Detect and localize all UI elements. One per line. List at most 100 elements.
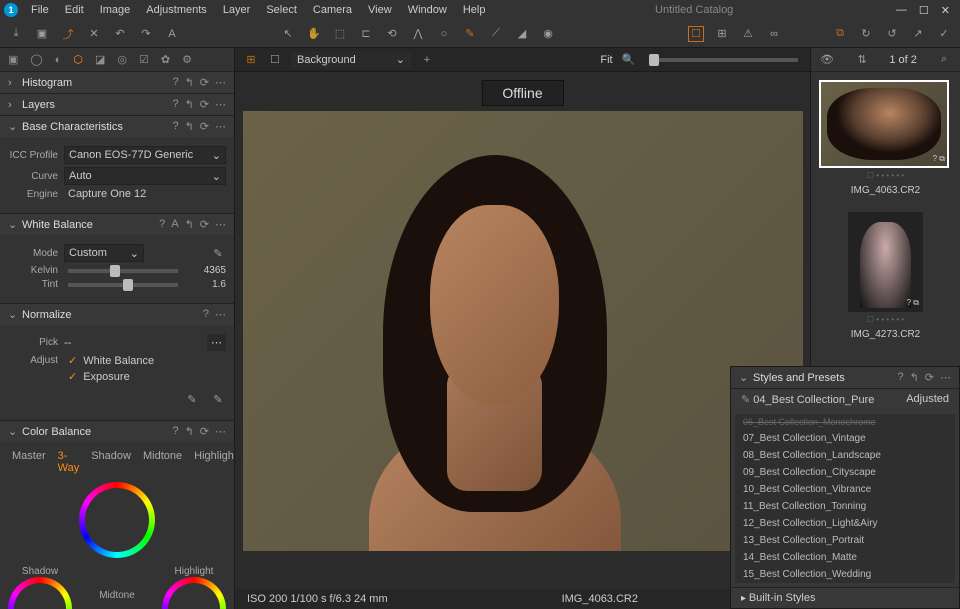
cb-tab-3way[interactable]: 3-Way bbox=[58, 450, 80, 474]
menu-help[interactable]: Help bbox=[456, 2, 493, 18]
reset-icon[interactable]: ↻ bbox=[858, 26, 874, 42]
styles-list[interactable]: 06_Best Collection_Monochrome 07_Best Co… bbox=[735, 414, 955, 583]
curve-select[interactable]: Auto⌄ bbox=[64, 167, 226, 185]
exposure-warning-icon[interactable]: ☐ bbox=[688, 26, 704, 42]
crop-icon[interactable]: ⊏ bbox=[358, 26, 374, 42]
menu-select[interactable]: Select bbox=[259, 2, 304, 18]
base-char-header[interactable]: ⌄ Base Characteristics ?↰⟳⋯ bbox=[0, 116, 234, 137]
wb-checkbox[interactable]: White Balance bbox=[83, 355, 154, 367]
menu-edit[interactable]: Edit bbox=[58, 2, 91, 18]
import-icon[interactable]: ⤓ bbox=[8, 26, 24, 42]
grid-view-icon[interactable]: ⊞ bbox=[243, 52, 259, 68]
brush-icon[interactable]: ✎ bbox=[462, 26, 478, 42]
text-icon[interactable]: A bbox=[164, 26, 180, 42]
thumbnail-2[interactable]: ? ⧉ ☐ • • • • • • IMG_4273.CR2 bbox=[819, 212, 952, 340]
eraser-icon[interactable]: ⟋ bbox=[488, 26, 504, 42]
menu-file[interactable]: File bbox=[24, 2, 56, 18]
shape-icon[interactable]: ⬚ bbox=[332, 26, 348, 42]
tab-local-icon[interactable]: ✿ bbox=[161, 53, 170, 66]
picker2-icon[interactable]: ✎ bbox=[210, 391, 226, 407]
zoom-slider[interactable] bbox=[649, 58, 798, 62]
style-item[interactable]: 11_Best Collection_Tonning bbox=[735, 498, 955, 515]
tab-library-icon[interactable]: ▣ bbox=[8, 53, 18, 66]
keystone-icon[interactable]: ⋀ bbox=[410, 26, 426, 42]
gradient-icon[interactable]: ◢ bbox=[514, 26, 530, 42]
eye-icon[interactable]: 👁 bbox=[819, 52, 835, 68]
icc-label: ICC Profile bbox=[8, 150, 58, 161]
cb-tab-shadow[interactable]: Shadow bbox=[91, 450, 131, 474]
cb-tab-highlight[interactable]: Highlight bbox=[194, 450, 235, 474]
kelvin-slider[interactable] bbox=[68, 269, 178, 273]
style-item[interactable]: 09_Best Collection_Cityscape bbox=[735, 464, 955, 481]
highlight-wheel[interactable] bbox=[162, 577, 226, 609]
style-item[interactable]: 13_Best Collection_Portrait bbox=[735, 532, 955, 549]
eyedropper-icon[interactable]: ✎ bbox=[210, 245, 226, 261]
tab-lens-icon[interactable]: ◐ bbox=[55, 54, 62, 66]
picker1-icon[interactable]: ✎ bbox=[184, 391, 200, 407]
zoom-icon[interactable]: 🔍 bbox=[621, 52, 637, 68]
rotate-icon[interactable]: ⟲ bbox=[384, 26, 400, 42]
style-item[interactable]: 06_Best Collection_Monochrome bbox=[735, 414, 955, 430]
minimize-button[interactable]: — bbox=[896, 4, 907, 17]
menu-view[interactable]: View bbox=[361, 2, 399, 18]
layer-select[interactable]: Background⌄ bbox=[291, 51, 411, 69]
histogram-header[interactable]: › Histogram ?↰⟳⋯ bbox=[0, 72, 234, 93]
tab-color-icon[interactable]: ⬡ bbox=[73, 53, 83, 66]
menu-camera[interactable]: Camera bbox=[306, 2, 359, 18]
export-icon[interactable]: ⤴ bbox=[60, 26, 76, 42]
copy-icon[interactable]: ⧉ bbox=[832, 26, 848, 42]
wb-header[interactable]: ⌄ White Balance ?A↰⟳⋯ bbox=[0, 214, 234, 235]
close-icon[interactable]: ✕ bbox=[86, 26, 102, 42]
style-item[interactable]: 08_Best Collection_Landscape bbox=[735, 447, 955, 464]
cb-tab-master[interactable]: Master bbox=[12, 450, 46, 474]
style-item[interactable]: 12_Best Collection_Light&Airy bbox=[735, 515, 955, 532]
color-balance-header[interactable]: ⌄ Color Balance ?↰⟳⋯ bbox=[0, 421, 234, 442]
spot-icon[interactable]: ○ bbox=[436, 26, 452, 42]
exposure-checkbox[interactable]: Exposure bbox=[83, 371, 129, 383]
canvas[interactable]: Offline bbox=[235, 72, 810, 589]
maximize-button[interactable]: ☐ bbox=[919, 4, 929, 17]
grid-icon[interactable]: ⊞ bbox=[714, 26, 730, 42]
cb-tab-midtone[interactable]: Midtone bbox=[143, 450, 182, 474]
menu-layer[interactable]: Layer bbox=[216, 2, 258, 18]
single-view-icon[interactable]: ☐ bbox=[267, 52, 283, 68]
style-item[interactable]: 07_Best Collection_Vintage bbox=[735, 430, 955, 447]
search-icon[interactable]: ⌕ bbox=[936, 52, 952, 68]
style-item[interactable]: 14_Best Collection_Matte bbox=[735, 549, 955, 566]
warning-icon[interactable]: ⚠ bbox=[740, 26, 756, 42]
redo-icon[interactable]: ↷ bbox=[138, 26, 154, 42]
tab-lens2-icon[interactable]: ◎ bbox=[117, 53, 127, 66]
tab-exposure-icon[interactable]: ◪ bbox=[95, 53, 105, 66]
hand-icon[interactable]: ✋ bbox=[306, 26, 322, 42]
builtin-styles[interactable]: ▸ Built-in Styles bbox=[731, 587, 959, 608]
midtone-wheel[interactable] bbox=[79, 482, 155, 558]
check-icon[interactable]: ✓ bbox=[936, 26, 952, 42]
undo-icon[interactable]: ↶ bbox=[112, 26, 128, 42]
pick-button[interactable]: ⋯ bbox=[207, 334, 226, 351]
focus-mask-icon[interactable]: ∞ bbox=[766, 26, 782, 42]
style-item[interactable]: 15_Best Collection_Wedding bbox=[735, 566, 955, 583]
rotate-cw-icon[interactable]: ↺ bbox=[884, 26, 900, 42]
browser-counter: 1 of 2 bbox=[889, 54, 917, 66]
tab-meta-icon[interactable]: ⚙ bbox=[182, 53, 192, 66]
icc-profile-select[interactable]: Canon EOS-77D Generic⌄ bbox=[64, 146, 226, 164]
thumbnail-1[interactable]: ? ⧉ ☐ • • • • • • IMG_4063.CR2 bbox=[819, 80, 952, 196]
mode-select[interactable]: Custom⌄ bbox=[64, 244, 144, 262]
layers-header[interactable]: › Layers ?↰⟳⋯ bbox=[0, 94, 234, 115]
arrow-up-icon[interactable]: ↗ bbox=[910, 26, 926, 42]
tint-slider[interactable] bbox=[68, 283, 178, 287]
menu-window[interactable]: Window bbox=[401, 2, 454, 18]
menu-adjustments[interactable]: Adjustments bbox=[139, 2, 214, 18]
sort-icon[interactable]: ⇅ bbox=[854, 52, 870, 68]
menu-image[interactable]: Image bbox=[93, 2, 138, 18]
shadow-wheel[interactable] bbox=[8, 577, 72, 609]
close-button[interactable]: ✕ bbox=[941, 4, 950, 17]
tab-detail-icon[interactable]: ☑ bbox=[139, 53, 149, 66]
camera-icon[interactable]: ▣ bbox=[34, 26, 50, 42]
add-layer-icon[interactable]: + bbox=[419, 52, 435, 68]
radial-icon[interactable]: ◉ bbox=[540, 26, 556, 42]
normalize-header[interactable]: ⌄ Normalize ?⋯ bbox=[0, 304, 234, 325]
style-item[interactable]: 10_Best Collection_Vibrance bbox=[735, 481, 955, 498]
tab-capture-icon[interactable]: ◯ bbox=[30, 53, 42, 66]
cursor-icon[interactable]: ↖ bbox=[280, 26, 296, 42]
